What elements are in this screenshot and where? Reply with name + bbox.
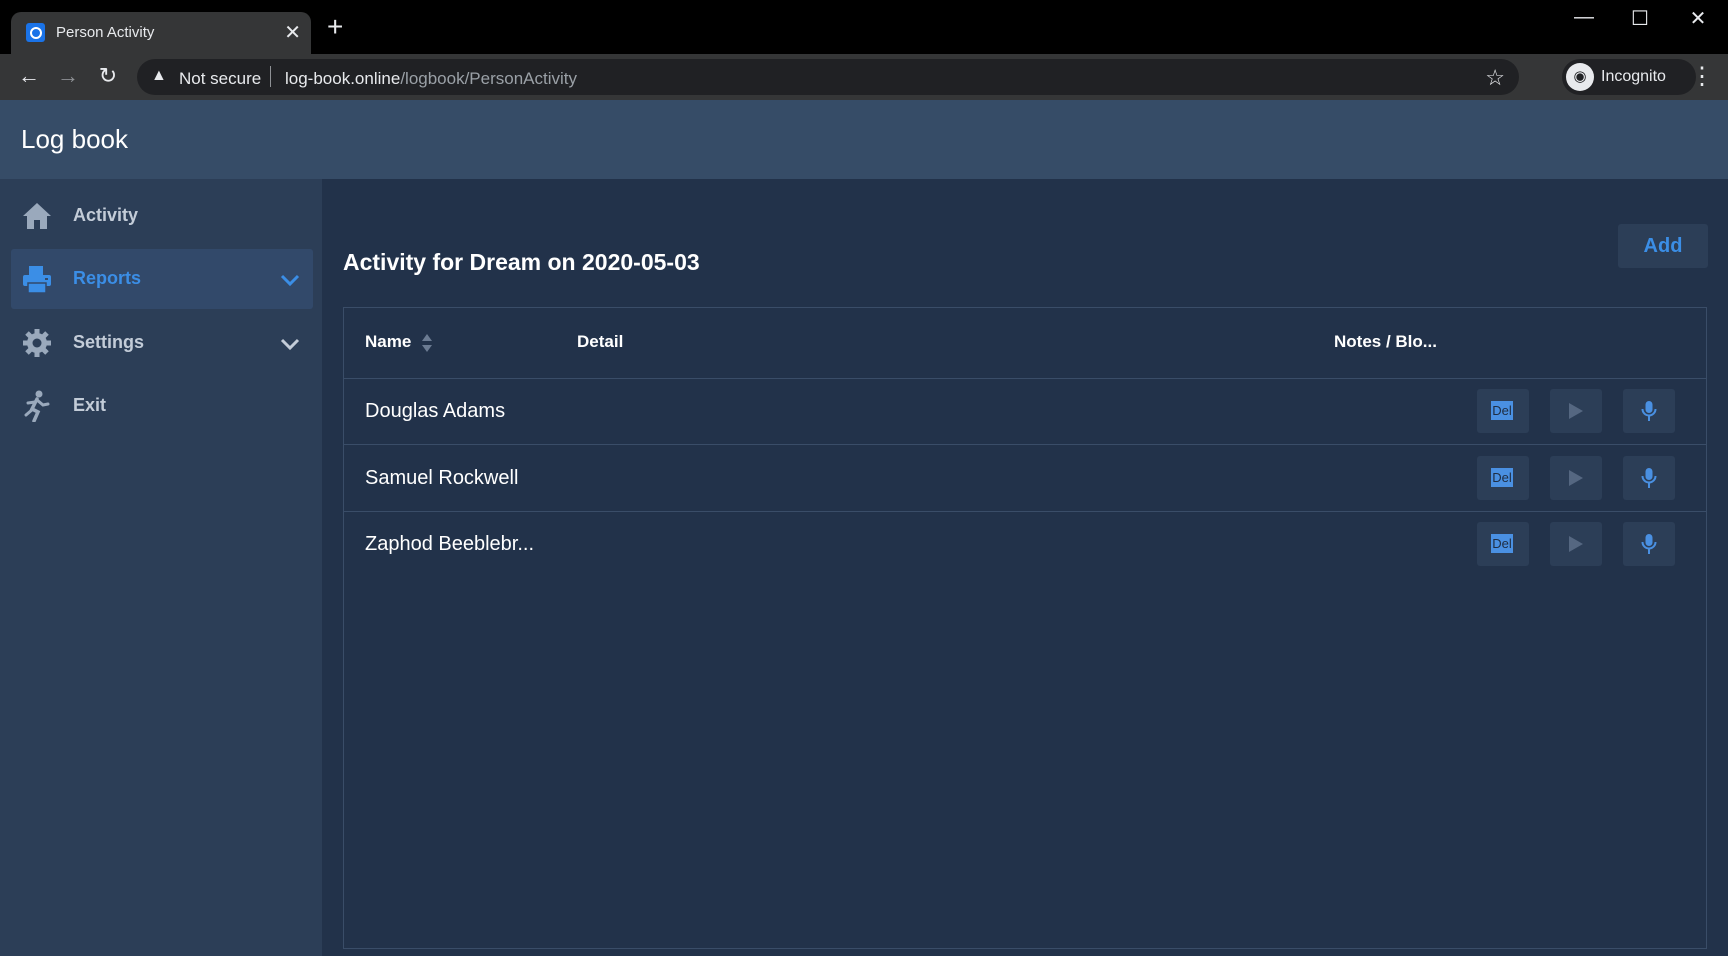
minimize-icon[interactable]: — — [1564, 6, 1604, 29]
column-header-name[interactable]: Name — [365, 332, 411, 352]
incognito-icon: ◉ — [1566, 63, 1594, 91]
window-close-icon[interactable]: ✕ — [1678, 6, 1718, 31]
cell-name: Samuel Rockwell — [365, 467, 519, 489]
activity-table: Name Detail Notes / Blo... Douglas Adams… — [343, 307, 1707, 949]
incognito-profile-button[interactable]: ◉ Incognito — [1562, 59, 1696, 95]
bookmark-star-icon[interactable]: ☆ — [1485, 65, 1505, 91]
delete-icon: Del — [1491, 534, 1513, 553]
maximize-icon[interactable]: ☐ — [1620, 6, 1660, 31]
sidebar-item-label: Reports — [73, 268, 142, 288]
app-root: Log book Activity Reports Settings Exit … — [0, 100, 1728, 956]
app-title: Log book — [21, 124, 128, 154]
url-separator — [270, 66, 271, 87]
table-row[interactable]: Samuel Rockwell Del — [344, 445, 1706, 512]
play-button[interactable] — [1550, 389, 1602, 433]
running-person-icon — [24, 390, 50, 422]
sidebar-item-label: Settings — [73, 332, 145, 352]
app-header: Log book — [0, 100, 1728, 179]
address-bar[interactable]: ▲ Not secure log-book.online/logbook/Per… — [137, 59, 1519, 95]
sidebar-item-label: Activity — [73, 205, 139, 225]
new-tab-button[interactable]: + — [327, 13, 343, 41]
record-button[interactable] — [1623, 522, 1675, 566]
add-button[interactable]: Add — [1618, 224, 1708, 268]
sidebar-item-exit[interactable]: Exit — [11, 376, 313, 436]
record-button[interactable] — [1623, 389, 1675, 433]
cell-name: Zaphod Beeblebr... — [365, 533, 535, 555]
delete-button[interactable]: Del — [1477, 456, 1529, 500]
page-title: Activity for Dream on 2020-05-03 — [343, 249, 700, 275]
column-header-notes[interactable]: Notes / Blo... — [1334, 332, 1437, 352]
tab-favicon-icon — [26, 23, 45, 42]
browser-tabstrip: Person Activity ✕ + — ☐ ✕ — [0, 0, 1728, 54]
profile-label: Incognito — [1601, 68, 1666, 85]
gear-icon — [23, 329, 51, 357]
warning-icon: ▲ — [151, 67, 167, 84]
url-path: /logbook/PersonActivity — [400, 69, 578, 88]
delete-icon: Del — [1491, 401, 1513, 420]
tab-close-icon[interactable]: ✕ — [284, 20, 301, 45]
chevron-down-icon[interactable] — [279, 269, 301, 291]
sidebar-item-activity[interactable]: Activity — [11, 186, 313, 246]
security-label[interactable]: Not secure — [179, 69, 261, 89]
back-icon[interactable]: ← — [14, 63, 44, 89]
microphone-icon — [1641, 468, 1657, 488]
sidebar: Activity Reports Settings Exit — [0, 179, 322, 956]
home-icon — [23, 203, 51, 229]
cell-name: Douglas Adams — [365, 400, 506, 422]
microphone-icon — [1641, 401, 1657, 421]
play-button[interactable] — [1550, 456, 1602, 500]
sidebar-item-label: Exit — [73, 395, 107, 415]
delete-button[interactable]: Del — [1477, 522, 1529, 566]
url-text[interactable]: log-book.online/logbook/PersonActivity — [285, 69, 577, 89]
browser-toolbar: ← → ↻ ▲ Not secure log-book.online/logbo… — [0, 54, 1728, 100]
record-button[interactable] — [1623, 456, 1675, 500]
play-icon — [1569, 536, 1583, 552]
play-icon — [1569, 403, 1583, 419]
microphone-icon — [1641, 534, 1657, 554]
tab-title: Person Activity — [56, 24, 155, 41]
forward-icon[interactable]: → — [53, 63, 83, 89]
printer-icon — [23, 266, 51, 294]
play-icon — [1569, 470, 1583, 486]
table-header: Name Detail Notes / Blo... — [344, 308, 1706, 379]
reload-icon[interactable]: ↻ — [93, 63, 123, 89]
sidebar-item-reports[interactable]: Reports — [11, 249, 313, 309]
sort-icon[interactable] — [421, 333, 433, 353]
column-header-detail[interactable]: Detail — [577, 332, 623, 352]
chevron-down-icon[interactable] — [279, 333, 301, 355]
sidebar-item-settings[interactable]: Settings — [11, 313, 313, 373]
delete-icon: Del — [1491, 468, 1513, 487]
delete-button[interactable]: Del — [1477, 389, 1529, 433]
table-row[interactable]: Douglas Adams Del — [344, 378, 1706, 445]
browser-menu-icon[interactable]: ⋮ — [1690, 62, 1714, 91]
url-host: log-book.online — [285, 69, 401, 88]
browser-tab[interactable]: Person Activity ✕ — [11, 12, 311, 54]
play-button[interactable] — [1550, 522, 1602, 566]
table-row[interactable]: Zaphod Beeblebr... Del — [344, 511, 1706, 577]
